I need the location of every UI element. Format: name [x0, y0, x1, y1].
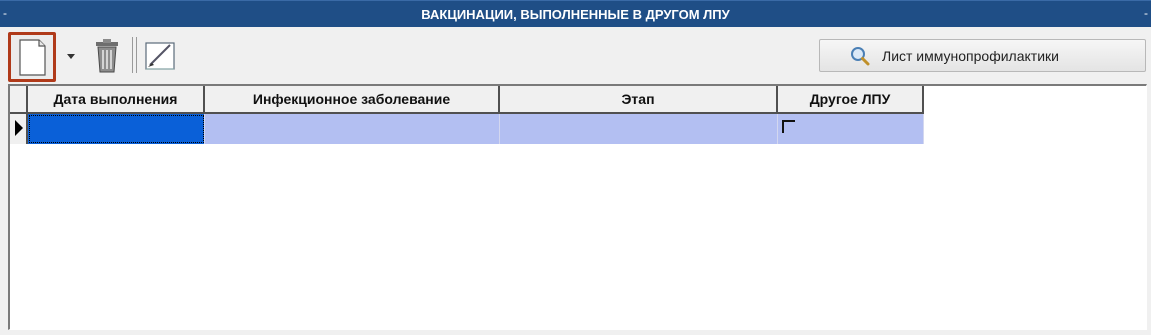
- titlebar-left-marker: -: [3, 6, 7, 20]
- column-header-stage[interactable]: Этап: [500, 86, 778, 114]
- report-button-label: Лист иммунопрофилактики: [882, 47, 1059, 64]
- vaccination-grid[interactable]: Дата выполнения Инфекционное заболевание…: [8, 84, 1147, 330]
- cell-other-lpu[interactable]: [778, 114, 924, 144]
- current-row-arrow-icon: [15, 120, 23, 136]
- new-document-icon: [19, 39, 46, 76]
- cell-stage[interactable]: [500, 114, 778, 144]
- grid-corner: [10, 86, 28, 114]
- grid-header: Дата выполнения Инфекционное заболевание…: [10, 86, 924, 114]
- table-row[interactable]: [10, 114, 924, 144]
- chevron-down-icon[interactable]: [66, 53, 76, 61]
- toolbar-separator: [136, 37, 137, 73]
- immunoprophylaxis-sheet-button[interactable]: Лист иммунопрофилактики: [819, 39, 1146, 72]
- column-header-disease[interactable]: Инфекционное заболевание: [205, 86, 500, 114]
- trash-icon[interactable]: [90, 38, 124, 74]
- toolbar: Лист иммунопрофилактики: [0, 27, 1151, 85]
- new-record-button[interactable]: [8, 32, 56, 82]
- window-titlebar: - ВАКЦИНАЦИИ, ВЫПОЛНЕННЫЕ В ДРУГОМ ЛПУ -: [0, 0, 1151, 27]
- window-title: ВАКЦИНАЦИИ, ВЫПОЛНЕННЫЕ В ДРУГОМ ЛПУ: [421, 6, 730, 22]
- toolbar-separator: [132, 37, 133, 73]
- column-header-other-lpu[interactable]: Другое ЛПУ: [778, 86, 924, 114]
- titlebar-right-marker: -: [1144, 6, 1148, 20]
- column-header-date[interactable]: Дата выполнения: [28, 86, 205, 114]
- magnifier-icon: [851, 46, 870, 65]
- row-indicator[interactable]: [10, 114, 28, 144]
- cell-disease[interactable]: [205, 114, 500, 144]
- edit-icon[interactable]: [142, 39, 180, 73]
- cell-date[interactable]: [28, 114, 205, 144]
- other-lpu-checkbox[interactable]: [782, 120, 795, 133]
